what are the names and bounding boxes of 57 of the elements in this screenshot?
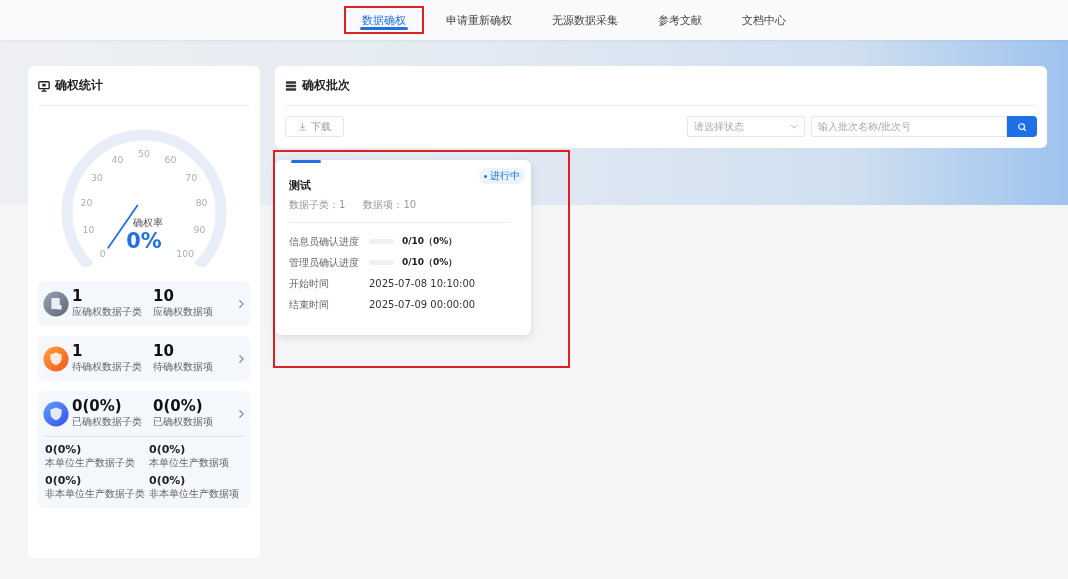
stat-value: 1 (72, 288, 84, 305)
stat-value: 0(0%) (149, 443, 187, 456)
panel-title: 确权批次 (302, 77, 350, 94)
time-value: 2025-07-09 00:00:00 (369, 299, 476, 310)
item-count: 数据项：10 (363, 198, 417, 212)
time-value: 2025-07-08 10:10:00 (369, 278, 476, 289)
search-button[interactable] (1007, 116, 1037, 137)
search-field[interactable]: 输入批次名称/批次号 (811, 116, 1007, 137)
stat-value: 10 (153, 288, 175, 305)
stat-value: 1 (72, 343, 84, 360)
subclass-count: 数据子类：1 (289, 198, 346, 212)
stat-label: 已确权数据项 (153, 415, 214, 429)
chevron-right-icon (238, 353, 245, 364)
chevron-right-icon (238, 298, 245, 309)
document-icon (43, 290, 69, 317)
nav-tab[interactable]: 参考文献 (640, 6, 720, 34)
search-icon (1017, 121, 1027, 132)
shield-icon (43, 400, 69, 427)
stat-value: 10 (153, 343, 175, 360)
stat-label: 非本单位生产数据项 (149, 487, 240, 501)
gauge: 0 10 20 30 40 50 60 70 80 90 100 确权率 0% (56, 124, 232, 267)
progress-label: 信息员确认进度 (289, 234, 360, 249)
progress-text: 0/10（0%） (402, 235, 458, 248)
nav-tab[interactable]: 无源数据采集 (534, 6, 636, 34)
list-icon (285, 79, 297, 92)
batch-name: 测试 (289, 178, 312, 193)
progress-label: 管理员确认进度 (289, 255, 360, 270)
stat-label: 非本单位生产数据子类 (45, 487, 146, 501)
shield-icon (43, 345, 69, 372)
time-label: 结束时间 (289, 297, 330, 312)
stat-value: 0(0%) (72, 398, 123, 415)
stat-label: 本单位生产数据子类 (45, 456, 136, 470)
stat-label: 本单位生产数据项 (149, 456, 230, 470)
stat-label: 待确权数据子类 (72, 360, 143, 374)
monitor-icon (38, 79, 50, 92)
nav-tab[interactable]: 文档中心 (724, 6, 804, 34)
stat-label: 应确权数据项 (153, 305, 214, 319)
chevron-right-icon (238, 408, 245, 419)
panel-title: 确权统计 (55, 77, 103, 94)
stat-value: 0(0%) (149, 474, 187, 487)
stat-card[interactable]: 1 待确权数据子类 10 待确权数据项 (38, 336, 250, 381)
stat-label: 应确权数据子类 (72, 305, 143, 319)
nav-tab[interactable]: 申请重新确权 (428, 6, 530, 34)
stat-card[interactable]: 1 应确权数据子类 10 应确权数据项 (38, 281, 250, 326)
stat-label: 已确权数据子类 (72, 415, 143, 429)
stat-label: 待确权数据项 (153, 360, 214, 374)
stat-value: 0(0%) (153, 398, 204, 415)
stat-value: 0(0%) (45, 443, 83, 456)
time-label: 开始时间 (289, 276, 330, 291)
stat-card[interactable]: 0(0%) 已确权数据子类 0(0%) 已确权数据项 0(0%) 本单位生产数据子类 0(0%) 本单位生产数据项 0(0%) 非本单位生产数据子类 0(0%) 非本单位生产数据项 (38, 391, 250, 508)
download-icon (298, 122, 307, 131)
chevron-down-icon (790, 124, 798, 129)
stat-value: 0(0%) (45, 474, 83, 487)
status-badge: 进行中 (479, 168, 525, 184)
progress-text: 0/10（0%） (402, 256, 458, 269)
nav-tab[interactable]: 数据确权 (344, 6, 424, 34)
batch-card[interactable]: 进行中 测试 数据子类：1 数据项：10 信息员确认进度 0/10（0%） 管理员确认进度 0/10（0%） 开始时间 2025-07-08 10:10:00 结束时间 2025-07-09 00:00:00 (275, 160, 531, 335)
